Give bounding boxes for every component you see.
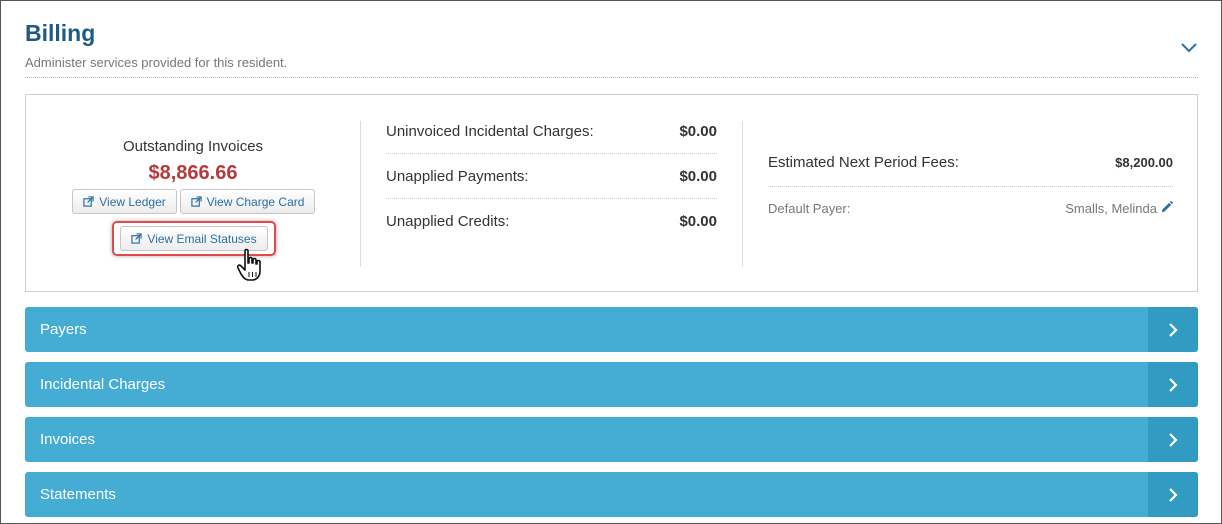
view-email-statuses-label: View Email Statuses (147, 231, 257, 246)
external-link-icon (83, 196, 94, 207)
chevron-right-icon[interactable] (1148, 472, 1198, 517)
outstanding-invoices-label: Outstanding Invoices (122, 138, 264, 155)
estimated-fees-label: Estimated Next Period Fees: (768, 154, 959, 171)
external-link-icon (131, 233, 143, 244)
chevron-down-icon[interactable] (1179, 40, 1199, 56)
accordion-incidental-charges[interactable]: Incidental Charges (25, 362, 1198, 407)
balance-row: Uninvoiced Incidental Charges: $0.00 (386, 109, 717, 154)
view-charge-card-button[interactable]: View Charge Card (180, 189, 315, 214)
unapplied-balances: Uninvoiced Incidental Charges: $0.00 Una… (386, 109, 717, 244)
unapplied-payments-label: Unapplied Payments: (386, 168, 529, 185)
accordion-invoices[interactable]: Invoices (25, 417, 1198, 462)
page-title: Billing (25, 20, 96, 46)
default-payer-row: Default Payer: Smalls, Melinda (768, 187, 1173, 217)
estimated-fees-row: Estimated Next Period Fees: $8,200.00 (768, 139, 1173, 187)
unapplied-payments-value: $0.00 (679, 168, 717, 185)
accordion-label: Payers (40, 321, 87, 338)
accordion-label: Incidental Charges (40, 376, 166, 393)
default-payer-label: Default Payer: (768, 201, 851, 216)
view-ledger-button[interactable]: View Ledger (72, 189, 177, 214)
billing-summary: Outstanding Invoices $8,866.66 View Ledg… (25, 94, 1198, 292)
external-link-icon (190, 196, 202, 207)
accordion-label: Statements (40, 486, 116, 503)
accordion-payers[interactable]: Payers (25, 307, 1198, 352)
column-divider (360, 121, 361, 267)
view-charge-card-label: View Charge Card (206, 194, 305, 209)
view-ledger-label: View Ledger (99, 194, 166, 209)
unapplied-credits-label: Unapplied Credits: (386, 213, 510, 230)
estimated-fees-value: $8,200.00 (1115, 155, 1173, 170)
balance-row: Unapplied Credits: $0.00 (386, 199, 717, 244)
chevron-right-icon[interactable] (1148, 362, 1198, 407)
balance-row: Unapplied Payments: $0.00 (386, 154, 717, 199)
uninvoiced-charges-label: Uninvoiced Incidental Charges: (386, 123, 594, 140)
outstanding-invoices-amount: $8,866.66 (148, 162, 238, 184)
column-divider (742, 121, 743, 267)
accordion-statements[interactable]: Statements (25, 472, 1198, 517)
default-payer-value: Smalls, Melinda (1065, 201, 1157, 216)
header-divider (25, 77, 1198, 78)
next-period-block: Estimated Next Period Fees: $8,200.00 De… (768, 139, 1173, 217)
accordion-label: Invoices (40, 431, 96, 448)
billing-panel: Billing Administer services provided for… (0, 0, 1222, 524)
page-subtitle: Administer services provided for this re… (25, 55, 288, 70)
uninvoiced-charges-value: $0.00 (679, 123, 717, 140)
hand-pointer-icon (236, 248, 261, 281)
outstanding-invoices-block: Outstanding Invoices $8,866.66 View Ledg… (26, 95, 360, 291)
unapplied-credits-value: $0.00 (679, 213, 717, 230)
pencil-icon[interactable] (1160, 201, 1173, 214)
chevron-right-icon[interactable] (1148, 417, 1198, 462)
chevron-right-icon[interactable] (1148, 307, 1198, 352)
